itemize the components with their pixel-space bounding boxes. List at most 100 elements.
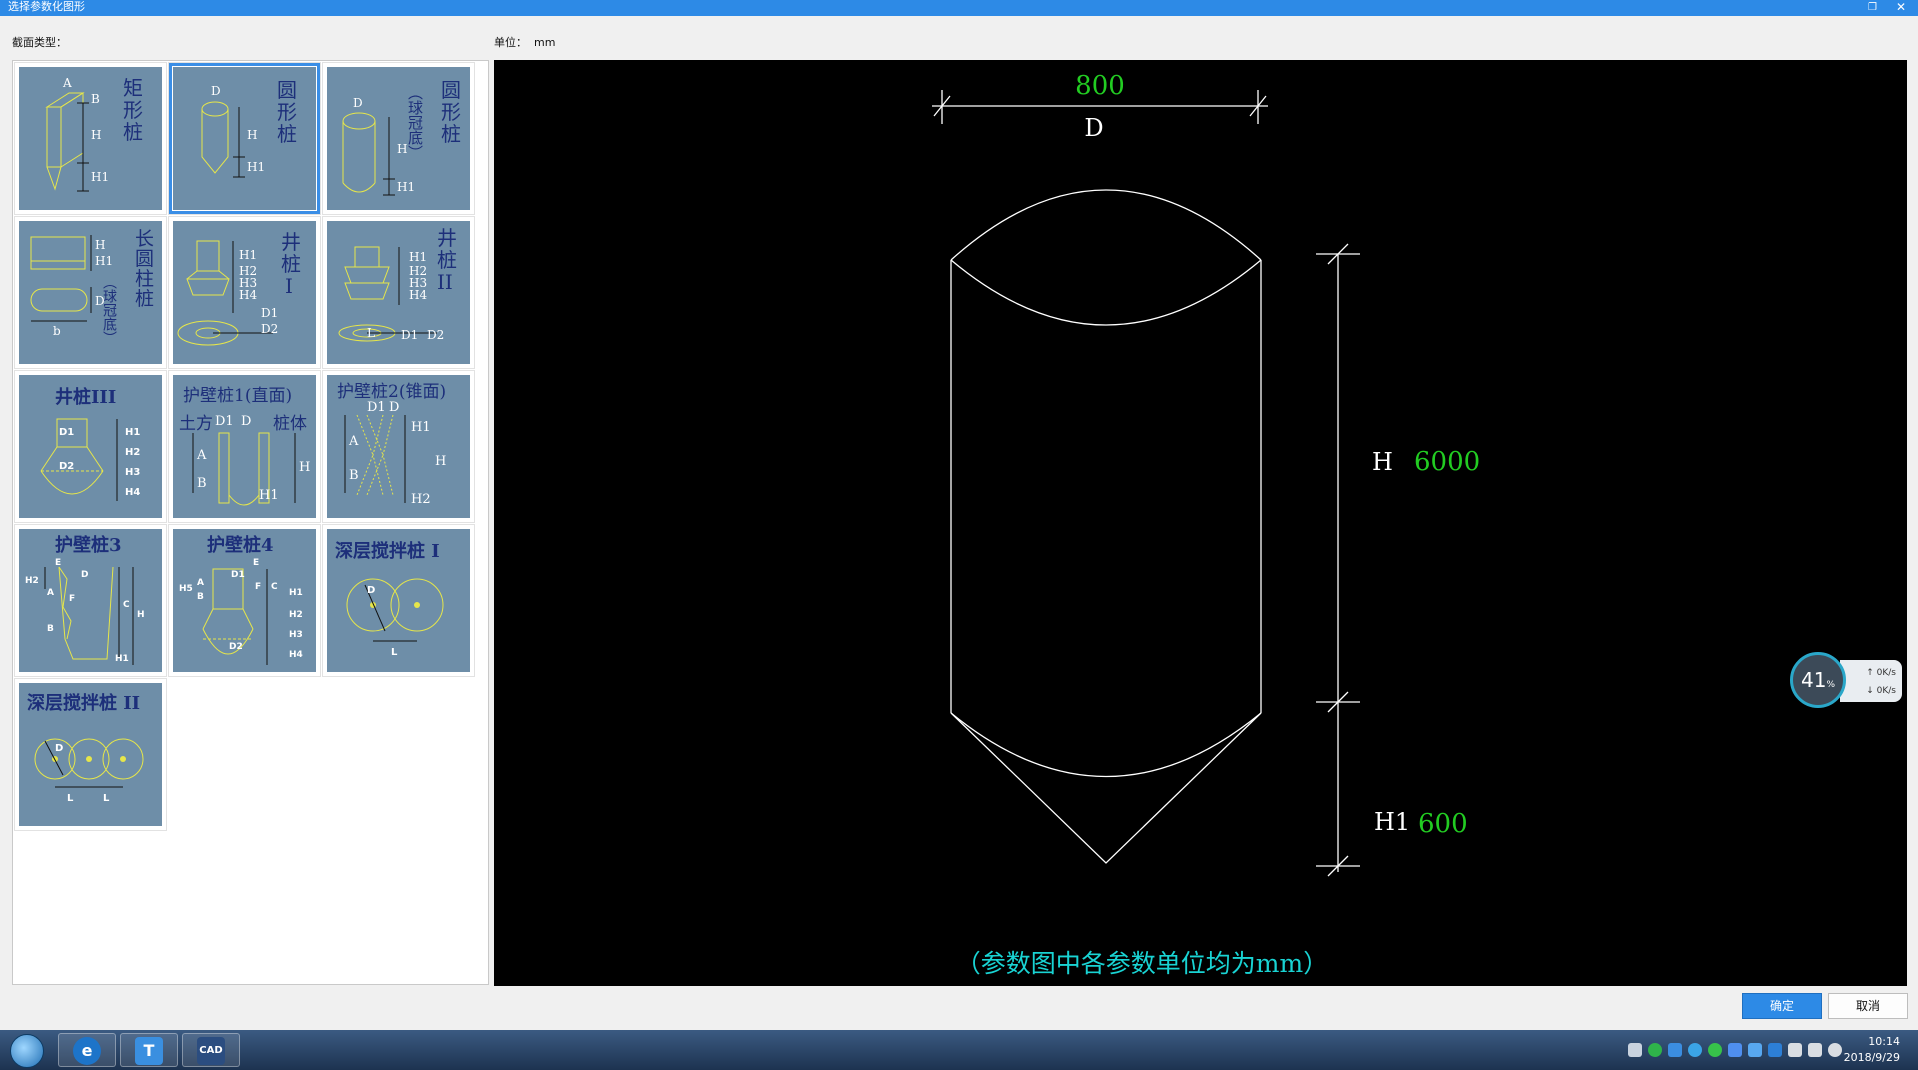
- thumb-round-pile-d: D: [211, 84, 221, 98]
- thumb-long-round-pile-h1: H1: [95, 254, 113, 268]
- gallery-item-well-pile-3[interactable]: 井桩III D1 D2 H1 H2 H3 H4: [14, 370, 167, 523]
- security-icon[interactable]: [1648, 1043, 1662, 1057]
- volume-icon[interactable]: [1828, 1043, 1842, 1057]
- gallery-item-deep-mix-pile-1[interactable]: 深层搅拌桩 I D L: [322, 524, 475, 677]
- thumb-retaining-pile-3-a: A: [47, 588, 54, 598]
- thumb-deep-mix-pile-1-d: D: [367, 585, 375, 596]
- thumb-well-pile-3-title: 井桩III: [55, 386, 116, 408]
- thumb-round-pile-h1: H1: [247, 160, 265, 174]
- thumb-retaining-pile-4-d2: D2: [229, 642, 243, 652]
- thumb-round-pile-spherical-d: D: [353, 96, 363, 110]
- shield-icon[interactable]: [1768, 1043, 1782, 1057]
- thumb-retaining-pile-4-h4: H4: [289, 650, 303, 660]
- unit-label: 单位： mm: [494, 34, 555, 50]
- clock-time: 10:14: [1868, 1035, 1900, 1048]
- thumb-rect-pile-h1: H1: [91, 170, 109, 184]
- thumb-retaining-pile-1: 护壁桩1(直面) 土方 桩体 D1 D A B H H1: [173, 375, 316, 518]
- thumb-round-pile-spherical-title-2: 形: [441, 100, 461, 124]
- thumb-retaining-pile-4-h1: H1: [289, 588, 303, 598]
- gallery-item-retaining-pile-1[interactable]: 护壁桩1(直面) 土方 桩体 D1 D A B H H1: [168, 370, 321, 523]
- thumb-long-round-pile-h: H: [95, 238, 105, 252]
- thumb-deep-mix-pile-2: 深层搅拌桩 II D L L: [19, 683, 162, 826]
- thumb-retaining-pile-4-c: C: [271, 582, 278, 592]
- thumb-retaining-pile-4-h3: H3: [289, 630, 303, 640]
- window-title: 选择参数化图形: [8, 0, 85, 13]
- cad-icon: CAD: [197, 1037, 225, 1065]
- gallery-item-round-pile-spherical[interactable]: 圆 形 桩 （球冠底） D H H1: [322, 62, 475, 215]
- thumb-long-round-pile-title-2: 圆: [135, 248, 154, 270]
- thumb-well-pile-2-h1: H1: [409, 250, 427, 264]
- clock[interactable]: 10:14 2018/9/29: [1844, 1034, 1900, 1066]
- preview-note: （参数图中各参数单位均为mm）: [956, 949, 1328, 978]
- gallery-item-retaining-pile-4[interactable]: 护壁桩4 E D1 H5 A B F C H1 H2 H3 H4 D2: [168, 524, 321, 677]
- network-status-icon[interactable]: [1728, 1043, 1742, 1057]
- upload-speed-value: 0K/s: [1876, 668, 1896, 678]
- taskbar-app-ie[interactable]: e: [58, 1033, 116, 1067]
- thumb-retaining-pile-4-a: A: [197, 578, 204, 588]
- thumb-deep-mix-pile-2-d: D: [55, 743, 63, 754]
- thumb-deep-mix-pile-2-l2: L: [103, 793, 110, 804]
- taskbar-app-t20[interactable]: T: [120, 1033, 178, 1067]
- thumb-long-round-pile-title-1: 长: [135, 228, 154, 250]
- unit-label-text: 单位：: [494, 36, 527, 49]
- thumb-well-pile-1-h1: H1: [239, 248, 257, 262]
- browser-icon[interactable]: [1688, 1043, 1702, 1057]
- thumb-retaining-pile-3-title: 护壁桩3: [55, 534, 122, 556]
- pile-top-ellipse-lower: [950, 259, 1262, 326]
- thumb-well-pile-2-d1: D1: [401, 328, 418, 342]
- gallery-item-retaining-pile-3[interactable]: 护壁桩3 E D H2 A F C H B H1: [14, 524, 167, 677]
- dim-h1-value: 600: [1418, 809, 1468, 839]
- thumb-retaining-pile-1-b: B: [197, 476, 207, 491]
- thumb-retaining-pile-3-e: E: [55, 558, 61, 568]
- thumb-well-pile-1-title-1: 井: [281, 230, 301, 254]
- thumb-long-round-pile-title-4: 桩: [135, 288, 154, 310]
- restore-icon[interactable]: ❐: [1868, 1, 1878, 13]
- thumb-retaining-pile-2-title: 护壁桩2(锥面): [337, 382, 446, 402]
- input-method-icon[interactable]: [1748, 1043, 1762, 1057]
- gallery-item-well-pile-2[interactable]: 井 桩 II H1 H2 H3 H4 L D1 D2: [322, 216, 475, 369]
- thumb-long-round-pile-title-3: 柱: [135, 268, 154, 290]
- start-button[interactable]: [4, 1033, 50, 1068]
- thumb-retaining-pile-1-a: A: [196, 448, 207, 463]
- thumb-retaining-pile-4-e: E: [253, 558, 259, 568]
- display-icon[interactable]: [1788, 1043, 1802, 1057]
- taskbar-app-cad[interactable]: CAD: [182, 1033, 240, 1067]
- thumb-well-pile-3-d1: D1: [59, 427, 74, 438]
- network-icon[interactable]: [1808, 1043, 1822, 1057]
- network-monitor-widget[interactable]: ↑ 0K/s ↓ 0K/s 41%: [1790, 652, 1902, 710]
- thumb-well-pile-3-h4: H4: [125, 487, 140, 498]
- ok-button[interactable]: 确定: [1742, 993, 1822, 1019]
- thumb-rect-pile-title-3: 桩: [123, 120, 143, 144]
- gallery-item-round-pile[interactable]: 圆 形 桩 D H H1: [168, 62, 321, 215]
- memory-usage-ring: 41%: [1790, 652, 1846, 708]
- thumb-round-pile-title-2: 形: [277, 100, 297, 124]
- thumb-deep-mix-pile-2-title: 深层搅拌桩 II: [27, 692, 140, 714]
- thumb-rect-pile-title-1: 矩: [123, 76, 143, 100]
- thumb-well-pile-1-d2: D2: [261, 322, 278, 336]
- thumb-well-pile-2-l: L: [367, 326, 375, 340]
- thumb-retaining-pile-1-d: D: [241, 414, 251, 429]
- dim-d-label: D: [1084, 114, 1103, 142]
- gallery-item-well-pile-1[interactable]: 井 桩 I H1 H2 H3 H4 D1 D2: [168, 216, 321, 369]
- wechat-icon[interactable]: [1708, 1043, 1722, 1057]
- thumb-retaining-pile-3-d: D: [81, 570, 88, 580]
- thumb-retaining-pile-2-d1: D1: [367, 400, 386, 415]
- cancel-button[interactable]: 取消: [1828, 993, 1908, 1019]
- thumb-well-pile-2-title-1: 井: [437, 226, 457, 250]
- cloud-icon[interactable]: [1668, 1043, 1682, 1057]
- thumb-round-pile-title-3: 桩: [277, 122, 297, 146]
- gallery-item-long-round-pile[interactable]: 长 圆 柱 桩 （球冠底） H H1 D b: [14, 216, 167, 369]
- thumb-retaining-pile-2-h2: H2: [411, 492, 431, 507]
- gallery-item-deep-mix-pile-2[interactable]: 深层搅拌桩 II D L L: [14, 678, 167, 831]
- thumb-round-pile-spherical-h: H: [397, 142, 407, 156]
- memory-usage-percent: 41: [1800, 668, 1827, 692]
- thumb-deep-mix-pile-1: 深层搅拌桩 I D L: [327, 529, 470, 672]
- thumb-well-pile-1-title-3: I: [285, 274, 293, 298]
- thumb-retaining-pile-4-title: 护壁桩4: [207, 534, 274, 556]
- gallery-item-rect-pile[interactable]: 矩 形 桩 A B H H1: [14, 62, 167, 215]
- thumb-retaining-pile-3-f: F: [69, 594, 75, 604]
- close-icon[interactable]: ✕: [1896, 0, 1906, 14]
- keyboard-icon[interactable]: [1628, 1043, 1642, 1057]
- gallery-item-retaining-pile-2[interactable]: 护壁桩2(锥面) D1 D A B H1 H H2: [322, 370, 475, 523]
- memory-usage-unit: %: [1826, 680, 1835, 690]
